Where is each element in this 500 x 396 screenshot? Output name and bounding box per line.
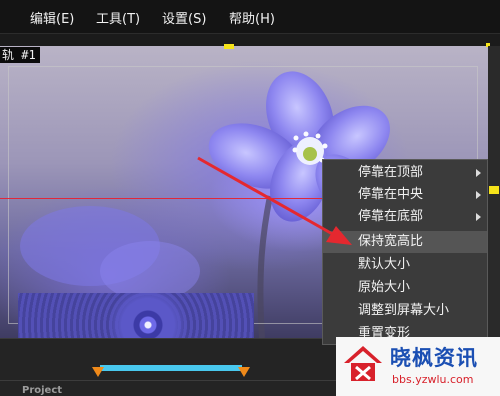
menu-item-label: 调整到屏幕大小 — [358, 303, 450, 318]
top-resize-handle[interactable] — [224, 44, 234, 49]
menu-item-label: 保持宽高比 — [358, 234, 424, 249]
menu-item-label: 停靠在顶部 — [358, 165, 424, 180]
menu-item-default-size[interactable]: 默认大小 — [323, 254, 487, 276]
menu-edit[interactable]: 编辑(E) — [30, 8, 74, 27]
context-menu: 停靠在顶部 停靠在中央 停靠在底部 保持宽高比 默认大小 原始大小 调整到屏幕大… — [322, 159, 488, 345]
submenu-arrow-icon — [476, 169, 481, 177]
menu-help[interactable]: 帮助(H) — [229, 8, 275, 27]
menu-item-label: 停靠在底部 — [358, 209, 424, 224]
menu-item-dock-top[interactable]: 停靠在顶部 — [323, 162, 487, 184]
timeline-range-bar[interactable] — [100, 365, 242, 371]
menu-item-dock-center[interactable]: 停靠在中央 — [323, 184, 487, 206]
in-point-marker[interactable] — [92, 367, 104, 377]
menu-item-fit-to-screen[interactable]: 调整到屏幕大小 — [323, 300, 487, 322]
submenu-arrow-icon — [476, 191, 481, 199]
watermark-url: bbs.yzwlu.com — [392, 373, 474, 386]
menu-item-label: 默认大小 — [358, 257, 411, 272]
menu-item-original-size[interactable]: 原始大小 — [323, 277, 487, 299]
menu-bar: 编辑(E) 工具(T) 设置(S) 帮助(H) — [0, 0, 500, 34]
scrollbar-thumb[interactable] — [489, 186, 499, 194]
out-point-marker[interactable] — [238, 367, 250, 377]
submenu-arrow-icon — [476, 213, 481, 221]
menu-item-dock-bottom[interactable]: 停靠在底部 — [323, 206, 487, 228]
menu-item-label: 停靠在中央 — [358, 187, 424, 202]
menu-settings[interactable]: 设置(S) — [162, 8, 206, 27]
menu-tools[interactable]: 工具(T) — [96, 8, 140, 27]
watermark: 晓枫资讯 bbs.yzwlu.com — [336, 337, 500, 396]
project-label: Project — [22, 385, 63, 396]
watermark-title: 晓枫资讯 — [390, 346, 478, 370]
watermark-logo-icon — [344, 346, 382, 381]
menu-item-keep-aspect-ratio[interactable]: 保持宽高比 — [323, 231, 487, 253]
menu-item-label: 原始大小 — [358, 280, 411, 295]
vertical-scrollbar[interactable] — [488, 46, 500, 346]
track-label: 轨 #1 — [0, 47, 40, 63]
